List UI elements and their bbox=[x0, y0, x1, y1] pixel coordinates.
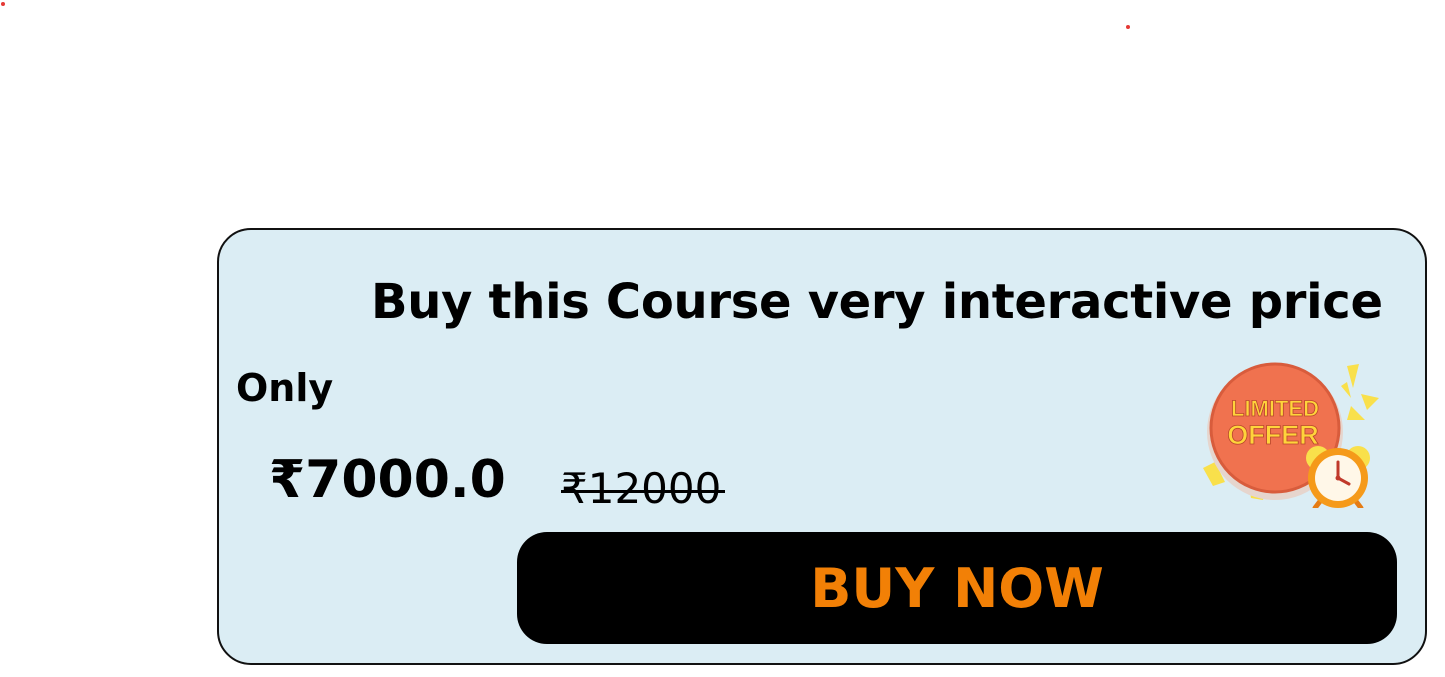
original-price: ₹12000 bbox=[561, 464, 726, 513]
strikethrough-line bbox=[561, 490, 726, 493]
offer-headline: Buy this Course very interactive price bbox=[371, 274, 1383, 330]
alarm-clock-icon bbox=[1306, 446, 1370, 508]
stray-dot-top-right bbox=[1126, 25, 1130, 29]
stray-dot-top-left bbox=[1, 2, 5, 6]
current-price: ₹7000.0 bbox=[269, 450, 506, 510]
badge-line-limited: LIMITED bbox=[1231, 396, 1319, 421]
course-offer-card: Buy this Course very interactive price O… bbox=[217, 228, 1427, 665]
buy-now-button[interactable]: BUY NOW bbox=[517, 532, 1397, 644]
badge-line-offer: OFFER bbox=[1227, 420, 1319, 450]
only-label: Only bbox=[236, 366, 334, 410]
limited-offer-badge: LIMITED OFFER bbox=[1203, 362, 1379, 508]
original-price-value: ₹12000 bbox=[561, 464, 722, 513]
